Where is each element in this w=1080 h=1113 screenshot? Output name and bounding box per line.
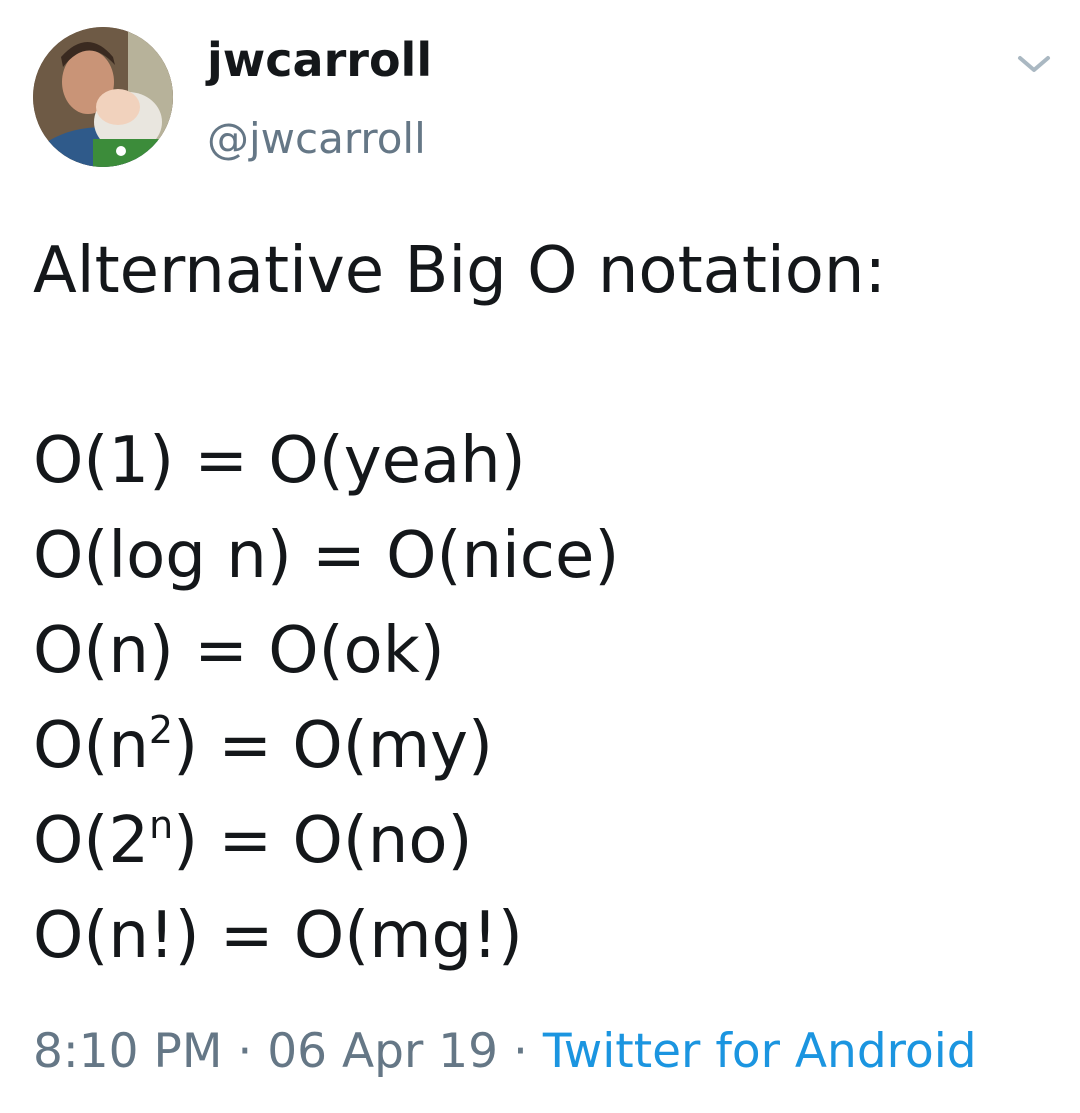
notation-lhs: O(1) (33, 424, 175, 498)
notation-lhs-close: ) (173, 709, 199, 783)
notation-rhs: = O(mg!) (219, 899, 523, 973)
notation-line: O(1) = O(yeah) (33, 414, 1053, 509)
notation-line: O(n!) = O(mg!) (33, 889, 1053, 984)
notation-line: O(n) = O(ok) (33, 604, 1053, 699)
avatar[interactable] (33, 27, 173, 167)
tweet-text: Alternative Big O notation: O(1) = O(yea… (33, 224, 1053, 984)
notation-lhs: O(2 (33, 804, 150, 878)
notation-rhs: = O(my) (218, 709, 493, 783)
author-display-name[interactable]: jwcarroll (207, 30, 432, 90)
notation-lhs-close: ) (173, 804, 199, 878)
tweet-intro: Alternative Big O notation: (33, 234, 887, 308)
tweet-date[interactable]: 06 Apr 19 (267, 1024, 498, 1079)
notation-lhs: O(n (33, 709, 149, 783)
notation-exponent: 2 (148, 708, 174, 752)
notation-exponent: n (149, 803, 174, 847)
author-handle[interactable]: @jwcarroll (207, 111, 426, 167)
notation-rhs: = O(nice) (312, 519, 620, 593)
tweet-time[interactable]: 8:10 PM (33, 1024, 222, 1079)
notation-line: O(log n) = O(nice) (33, 509, 1053, 604)
tweet-source-link[interactable]: Twitter for Android (543, 1024, 977, 1079)
notation-rhs: = O(ok) (194, 614, 445, 688)
profile-photo-icon (33, 27, 173, 167)
notation-rhs: = O(yeah) (194, 424, 526, 498)
chevron-down-icon[interactable] (1012, 48, 1056, 80)
tweet-meta: 8:10 PM · 06 Apr 19 · Twitter for Androi… (33, 1020, 977, 1084)
notation-lhs: O(n!) (33, 899, 200, 973)
meta-separator: · (222, 1024, 268, 1079)
notation-rhs: = O(no) (218, 804, 473, 878)
notation-line: O(n2) = O(my) (33, 699, 1053, 794)
notation-lhs: O(log n) (33, 519, 292, 593)
notation-line: O(2n) = O(no) (33, 794, 1053, 889)
meta-separator: · (498, 1024, 543, 1079)
notation-lhs: O(n) (33, 614, 174, 688)
